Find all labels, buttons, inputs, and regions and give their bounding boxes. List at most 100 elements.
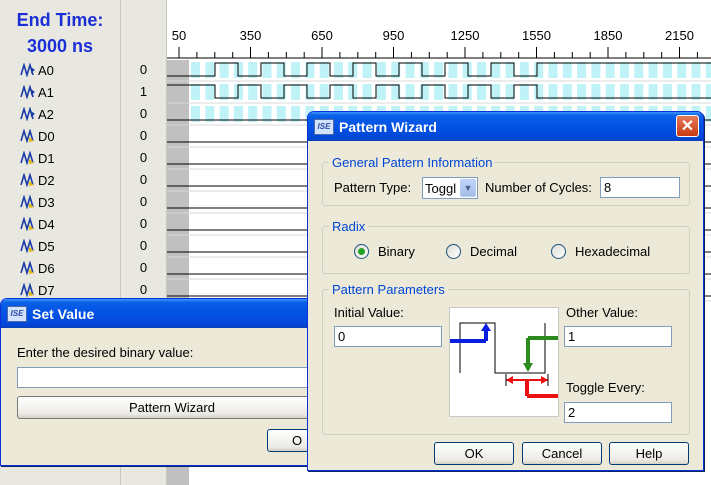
inout-signal-icon [20, 195, 36, 209]
pattern-type-select[interactable]: Toggl ▼ [422, 177, 478, 199]
input-signal-icon [20, 63, 36, 77]
pattern-wizard-title: Pattern Wizard [339, 118, 437, 135]
wave-highlight-cell [262, 62, 272, 78]
wave-highlight-cell [477, 84, 486, 100]
chevron-down-icon[interactable]: ▼ [460, 179, 476, 197]
set-value-dialog: ISE Set Value Enter the desired binary v… [0, 298, 330, 466]
signal-name: D3 [38, 194, 55, 210]
radix-label-binary[interactable]: Binary [378, 244, 415, 259]
radix-group-title: Radix [329, 219, 369, 234]
waveform-editor: End Time: 3000 ns A0 0 A1 1 A2 0 D0 0 D1 0 D2 0 D3 0 D… [0, 0, 711, 485]
signal-row[interactable]: A1 [20, 82, 120, 102]
wave-highlight-cell [562, 62, 572, 78]
signal-row[interactable]: A2 [20, 104, 120, 124]
radix-radio-decimal[interactable] [446, 244, 461, 259]
num-cycles-input[interactable]: 8 [600, 177, 680, 198]
signal-value[interactable]: 0 [120, 260, 167, 275]
wave-highlight-cell [376, 84, 386, 100]
signal-value[interactable]: 0 [120, 150, 167, 165]
wave-highlight-cell [662, 62, 672, 78]
radix-radio-binary[interactable] [354, 244, 369, 259]
other-value-input[interactable]: 1 [564, 326, 672, 347]
cancel-button[interactable]: Cancel [522, 442, 602, 465]
toggle-every-input[interactable]: 2 [564, 402, 672, 423]
radix-label-decimal[interactable]: Decimal [470, 244, 517, 259]
timeline-tick-label: 1550 [522, 28, 551, 43]
signal-value[interactable]: 0 [120, 194, 167, 209]
binary-value-input[interactable] [17, 367, 327, 388]
timeline-tick-label: 650 [311, 28, 333, 43]
pattern-wizard-button[interactable]: Pattern Wizard [17, 396, 327, 419]
signal-name: D5 [38, 238, 55, 254]
timeline-tick-label: 1250 [451, 28, 480, 43]
signal-value[interactable]: 0 [120, 62, 167, 77]
timeline-tick-label: 2150 [665, 28, 694, 43]
signal-row[interactable]: D7 [20, 280, 120, 300]
timeline-tick-label: 1850 [594, 28, 623, 43]
inout-signal-icon [20, 217, 36, 231]
wave-highlight-cell [491, 62, 501, 78]
signal-value[interactable]: 0 [120, 172, 167, 187]
signal-row[interactable]: D0 [20, 126, 120, 146]
signal-name: A0 [38, 62, 54, 78]
signal-value[interactable]: 1 [120, 84, 167, 99]
wave-highlight-cell [705, 62, 711, 78]
wave-highlight-cell [548, 62, 558, 78]
signal-row[interactable]: D6 [20, 258, 120, 278]
wave-highlight-cell [648, 62, 658, 78]
signal-name: D7 [38, 282, 55, 298]
wave-highlight-cell [591, 62, 601, 78]
wave-highlight-cell [448, 62, 458, 78]
close-icon[interactable]: ✕ [676, 115, 699, 137]
toggle-every-label: Toggle Every: [566, 380, 645, 395]
signal-value[interactable]: 0 [120, 106, 167, 121]
signal-value[interactable]: 0 [120, 282, 167, 297]
help-button[interactable]: Help [609, 442, 689, 465]
end-time-value: 3000 ns [26, 36, 94, 56]
signal-row[interactable]: D1 [20, 148, 120, 168]
num-cycles-label: Number of Cycles: [485, 180, 592, 195]
signal-name: D4 [38, 216, 55, 232]
initial-value-input[interactable]: 0 [334, 326, 442, 347]
input-signal-icon [20, 85, 36, 99]
timeline-tick-label: 350 [240, 28, 262, 43]
signal-row[interactable]: D3 [20, 192, 120, 212]
inout-signal-icon [20, 129, 36, 143]
signal-row[interactable]: D2 [20, 170, 120, 190]
timeline-tick-label: 50 [172, 28, 186, 43]
set-value-titlebar[interactable]: ISE Set Value [1, 299, 329, 328]
wave-highlight-cell [677, 62, 687, 78]
signal-value[interactable]: 0 [120, 216, 167, 231]
signal-row[interactable]: A0 [20, 60, 120, 80]
wave-highlight-cell [634, 62, 644, 78]
signal-name: A2 [38, 106, 54, 122]
wave-highlight-cell [405, 62, 415, 78]
pattern-type-label: Pattern Type: [334, 180, 412, 195]
pattern-wizard-titlebar[interactable]: ISE Pattern Wizard [308, 112, 703, 141]
ok-button[interactable]: OK [434, 442, 514, 465]
signal-value[interactable]: 0 [120, 128, 167, 143]
wave-highlight-cell [219, 62, 229, 78]
wave-highlight-cell [248, 84, 258, 100]
signal-row[interactable]: D4 [20, 214, 120, 234]
params-group-title: Pattern Parameters [329, 282, 448, 297]
wave-highlight-cell [505, 62, 515, 78]
other-value-label: Other Value: [566, 305, 639, 320]
signal-row[interactable]: D5 [20, 236, 120, 256]
inout-signal-icon [20, 173, 36, 187]
binary-value-prompt: Enter the desired binary value: [17, 345, 194, 360]
timeline-tick-label: 950 [383, 28, 405, 43]
signal-name: D6 [38, 260, 55, 276]
signal-value[interactable]: 0 [120, 238, 167, 253]
input-signal-icon [20, 107, 36, 121]
ise-logo-icon: ISE [7, 305, 27, 322]
radix-radio-hexadecimal[interactable] [551, 244, 566, 259]
wave-highlight-cell [362, 62, 372, 78]
general-group-title: General Pattern Information [329, 155, 496, 170]
inout-signal-icon [20, 239, 36, 253]
set-value-title: Set Value [32, 305, 95, 322]
ise-logo-icon: ISE [314, 118, 334, 135]
wave-highlight-cell [519, 84, 529, 100]
signal-name: D0 [38, 128, 55, 144]
radix-label-hexadecimal[interactable]: Hexadecimal [575, 244, 650, 259]
